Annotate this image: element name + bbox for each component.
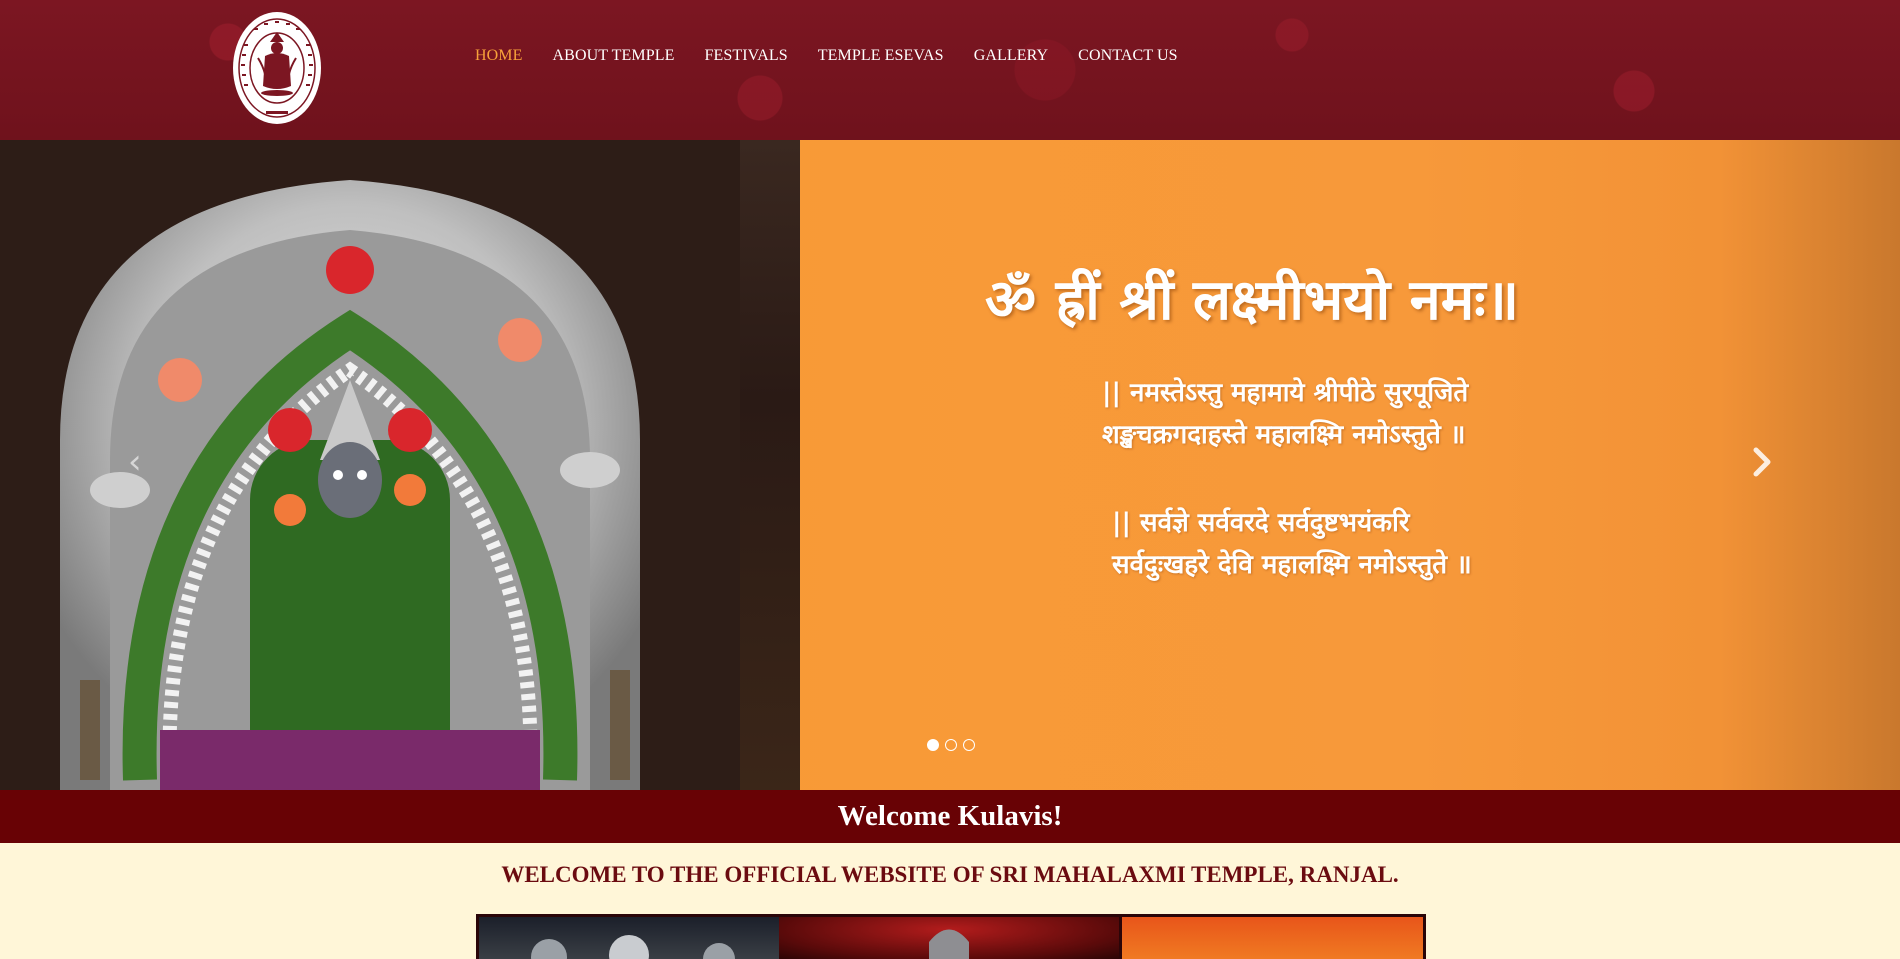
site-header: HOME ABOUT TEMPLE FESTIVALS TEMPLE eSEVA… (0, 0, 1900, 140)
chevron-right-icon (1753, 447, 1771, 477)
welcome-heading: WELCOME TO THE OFFICIAL WEBSITE OF SRI M… (501, 862, 1399, 887)
welcome-band: Welcome Kulavis! (0, 790, 1900, 843)
gallery-thumb-2[interactable] (779, 917, 1119, 959)
verse-1-line-1: || नमस्तेऽस्तु महामाये श्रीपीठे सुरपूजित… (1102, 378, 1469, 408)
gallery-thumb-2-image (929, 929, 969, 959)
slider-pagination (927, 739, 975, 751)
slide-dot-2[interactable] (945, 739, 957, 751)
mantra-title: ॐ ह्रीं श्रीं लक्ष्मीभयो नमः॥ (985, 268, 1520, 333)
nav-contact-us[interactable]: CONTACT US (1078, 47, 1177, 65)
slide-orange-background (690, 140, 1900, 790)
gallery-thumb-3[interactable] (1119, 917, 1423, 959)
slider-next-button[interactable] (1748, 440, 1778, 484)
verse-2: || सर्वज्ञे सर्ववरदे सर्वदुष्टभयंकरि सर्… (1112, 502, 1472, 586)
deity-image (0, 140, 740, 790)
welcome-band-text: Welcome Kulavis! (837, 800, 1063, 832)
verse-1: || नमस्तेऽस्तु महामाये श्रीपीठे सुरपूजित… (1102, 372, 1468, 456)
nav-temple-esevas[interactable]: TEMPLE eSEVAS (818, 47, 944, 65)
gallery-thumb-1[interactable] (479, 917, 779, 959)
gallery-thumb-1-image (531, 935, 735, 959)
nav-festivals[interactable]: FESTIVALS (704, 47, 787, 65)
gallery-preview-strip (476, 914, 1426, 959)
goddess-emblem-icon (233, 12, 321, 124)
nav-about-temple[interactable]: ABOUT TEMPLE (553, 47, 675, 65)
verse-2-line-2: सर्वदुःखहरे देवि महालक्ष्मि नमोऽस्तुते ॥ (1112, 550, 1472, 580)
slide-dot-1[interactable] (927, 739, 939, 751)
deity-photo (0, 140, 800, 790)
slide-dot-3[interactable] (963, 739, 975, 751)
nav-gallery[interactable]: GALLERY (974, 47, 1048, 65)
main-nav: HOME ABOUT TEMPLE FESTIVALS TEMPLE eSEVA… (475, 47, 1208, 65)
nav-home[interactable]: HOME (475, 47, 523, 65)
slider-prev-button[interactable]: ‹ (128, 442, 156, 482)
temple-logo[interactable] (230, 8, 324, 128)
verse-1-line-2: शङ्खचक्रगदाहस्ते महालक्ष्मि नमोऽस्तुते ॥ (1102, 420, 1466, 450)
verse-2-line-1: || सर्वज्ञे सर्ववरदे सर्वदुष्टभयंकरि (1112, 508, 1410, 538)
hero-slider: ‹ ॐ ह्रीं श्रीं लक्ष्मीभयो नमः॥ || नमस्त… (0, 140, 1900, 790)
chevron-left-icon: ‹ (128, 442, 142, 482)
